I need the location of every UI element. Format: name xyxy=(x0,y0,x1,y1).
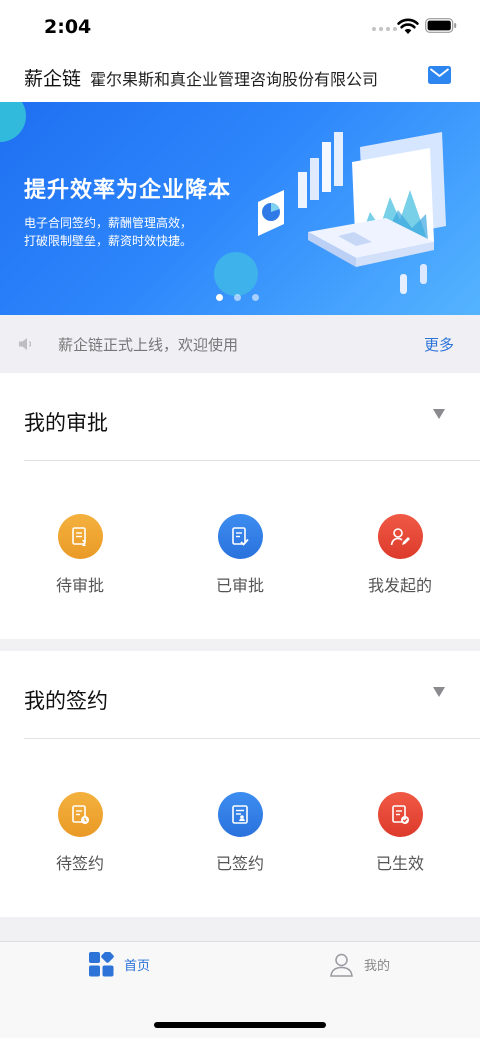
initiated-by-me-button[interactable]: 我发起的 xyxy=(340,514,460,596)
tab-mine-label: 我的 xyxy=(364,959,391,974)
battery-icon xyxy=(425,18,457,33)
signed-button[interactable]: 已签约 xyxy=(180,792,300,874)
tab-home[interactable]: 首页 xyxy=(89,952,150,977)
effective-icon xyxy=(377,792,423,837)
approval-title: 我的审批 xyxy=(24,411,108,435)
envelope-icon[interactable] xyxy=(428,66,451,84)
signed-label: 已签约 xyxy=(215,854,264,873)
tab-mine[interactable]: 我的 xyxy=(329,952,390,977)
laptop-illustration xyxy=(258,132,446,294)
status-bar: 2:04 xyxy=(0,0,480,52)
person-icon xyxy=(330,953,353,977)
effective-button[interactable]: 已生效 xyxy=(340,792,460,874)
speaker-icon xyxy=(19,338,32,350)
initiated-by-me-icon xyxy=(377,514,423,559)
notice-text[interactable]: 薪企链正式上线，欢迎使用 xyxy=(58,334,238,355)
initiated-by-me-label: 我发起的 xyxy=(367,576,432,595)
banner-dot[interactable] xyxy=(216,294,223,301)
brand-name: 薪企链 xyxy=(24,68,82,90)
divider xyxy=(24,738,480,739)
status-time: 2:04 xyxy=(44,16,92,38)
approved-label: 已审批 xyxy=(215,576,264,595)
company-name[interactable]: 霍尔果斯和真企业管理咨询股份有限公司 xyxy=(90,66,378,90)
caret-down-icon[interactable] xyxy=(433,409,445,419)
banner-subtitle-line1: 电子合同签约，薪酬管理高效， xyxy=(24,216,193,230)
pending-approval-button[interactable]: 待审批 xyxy=(20,514,140,596)
pending-sign-label: 待签约 xyxy=(55,854,104,873)
banner-title: 提升效率为企业降本 xyxy=(24,178,232,203)
banner-dot[interactable] xyxy=(234,294,241,301)
banner-subtitle-line2: 打破限制壁垒，薪资时效快捷。 xyxy=(24,234,193,248)
signed-icon xyxy=(217,792,263,837)
tab-home-label: 首页 xyxy=(124,959,151,974)
pending-sign-button[interactable]: 待签约 xyxy=(20,792,140,874)
wifi-icon xyxy=(397,18,419,34)
signing-section: 我的签约 待签约 已签约 已生效 xyxy=(0,651,480,917)
divider xyxy=(24,460,480,461)
caret-down-icon[interactable] xyxy=(433,687,445,697)
pending-approval-label: 待审批 xyxy=(55,576,104,595)
banner-dot[interactable] xyxy=(252,294,259,301)
company-header: 薪企链 霍尔果斯和真企业管理咨询股份有限公司 xyxy=(0,52,480,102)
signal-icon xyxy=(372,27,397,31)
more-link[interactable]: 更多 xyxy=(424,334,454,355)
approved-icon xyxy=(217,514,263,559)
banner-pagination[interactable] xyxy=(216,294,259,301)
approval-section: 我的审批 待审批 已审批 我发起的 xyxy=(0,373,480,639)
notice-bar: 薪企链正式上线，欢迎使用 更多 xyxy=(0,315,480,373)
pending-sign-icon xyxy=(57,792,103,837)
promo-banner[interactable]: 提升效率为企业降本 电子合同签约，薪酬管理高效， 打破限制壁垒，薪资时效快捷。 xyxy=(0,102,480,315)
signing-title: 我的签约 xyxy=(24,689,108,713)
approved-button[interactable]: 已审批 xyxy=(180,514,300,596)
home-indicator xyxy=(154,1022,326,1028)
home-grid-icon xyxy=(89,952,114,977)
effective-label: 已生效 xyxy=(375,854,424,873)
pending-approval-icon xyxy=(57,514,103,559)
